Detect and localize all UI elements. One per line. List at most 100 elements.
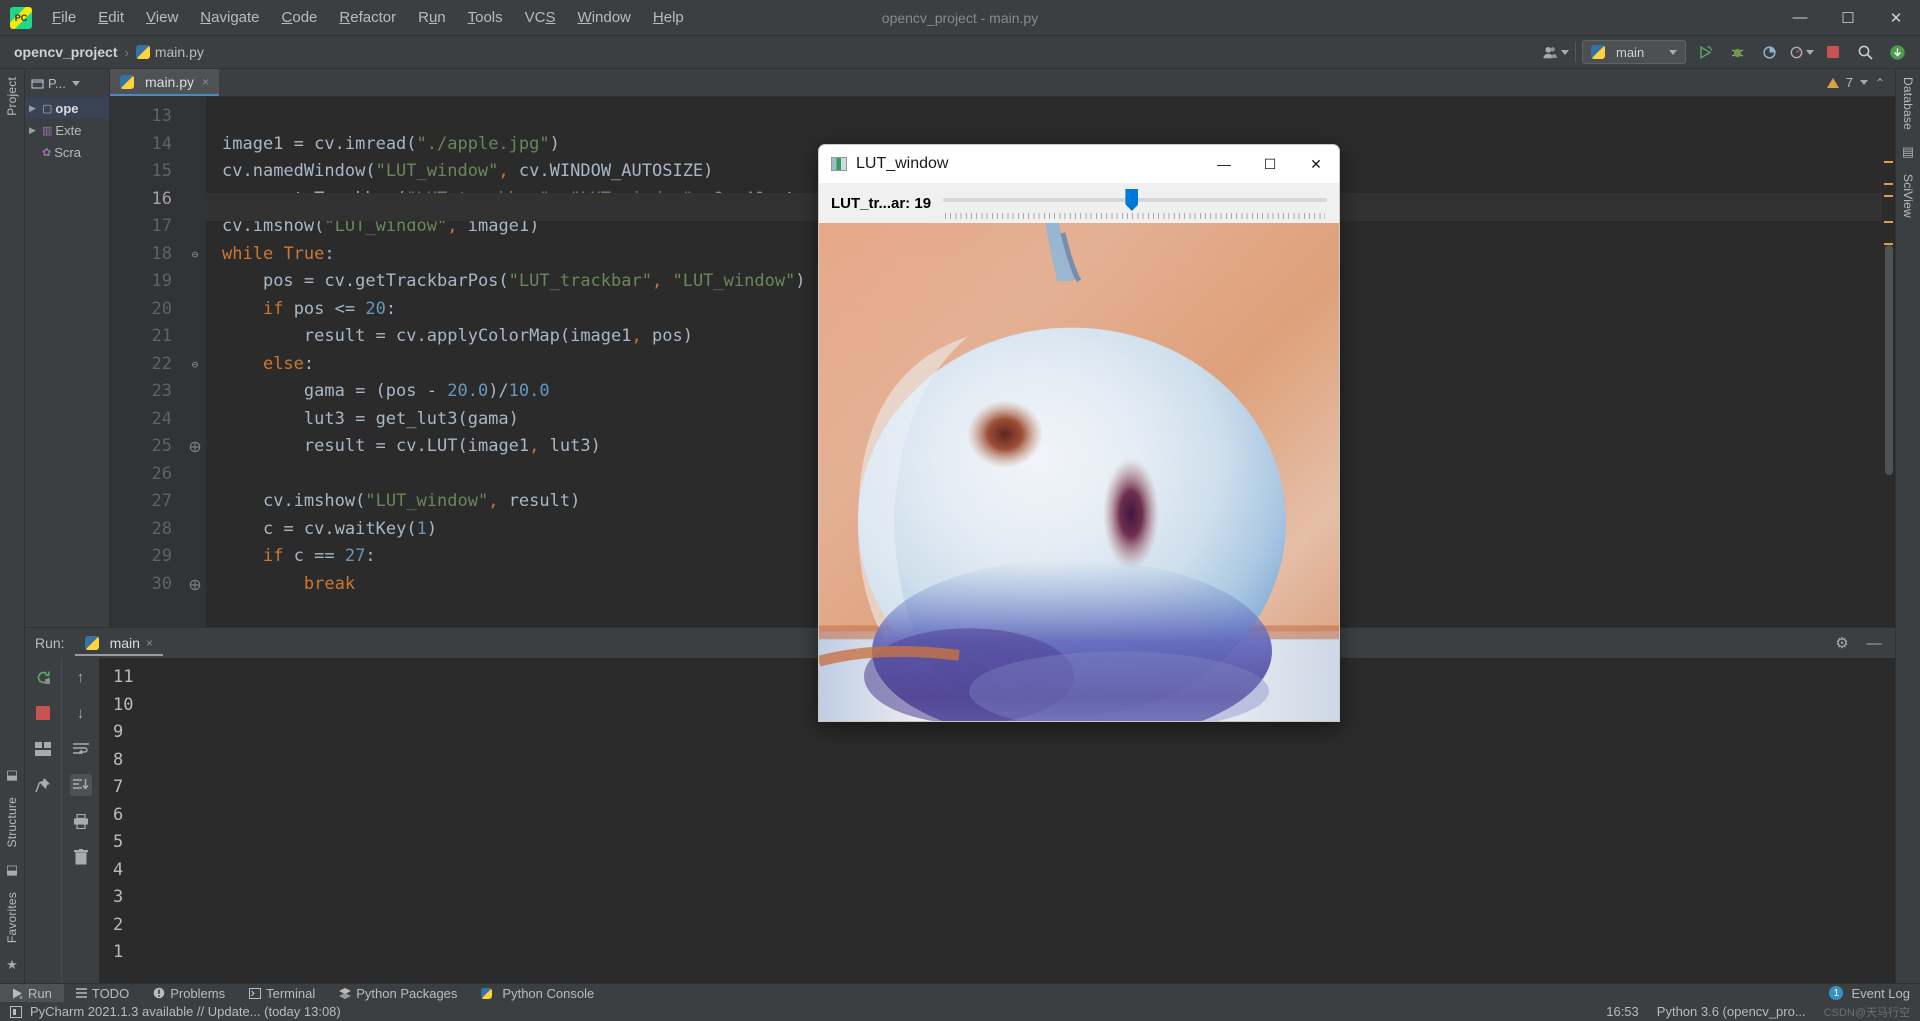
menu-item-navigate[interactable]: Navigate [190, 5, 269, 30]
stop-button[interactable] [1820, 40, 1846, 64]
status-interpreter[interactable]: Python 3.6 (opencv_pro... [1657, 1004, 1806, 1019]
window-controls: — ☐ ✕ [1776, 0, 1920, 35]
status-message[interactable]: PyCharm 2021.1.3 available // Update... … [30, 1004, 341, 1019]
menu-item-code[interactable]: Code [272, 5, 328, 30]
event-log-badge: 1 [1829, 986, 1844, 1000]
account-icon[interactable] [1543, 40, 1569, 64]
breadcrumb-project[interactable]: opencv_project [14, 44, 117, 60]
layout-icon[interactable] [32, 738, 54, 760]
breadcrumb-file[interactable]: main.py [135, 44, 204, 60]
notification-icon[interactable] [10, 1005, 22, 1018]
pin-icon[interactable] [32, 774, 54, 796]
tree-item-opencv-project[interactable]: ▶ ▢ ope [25, 97, 109, 119]
chevron-down-icon [1561, 49, 1569, 55]
run-button[interactable] [1692, 40, 1718, 64]
editor-scrollbar[interactable] [1882, 125, 1895, 627]
sidebar-item-database[interactable]: Database [1901, 69, 1915, 138]
tool-button-python-packages[interactable]: Python Packages [327, 984, 469, 1002]
tree-item-scratches[interactable]: ✿ Scra [25, 141, 109, 163]
line-number: 27 [151, 491, 172, 511]
chevron-right-icon[interactable]: ▶ [29, 103, 39, 114]
arrow-down-icon[interactable]: ↓ [70, 702, 92, 724]
library-icon: ▥ [42, 124, 53, 137]
close-icon[interactable]: × [202, 75, 209, 89]
lut-trackbar-row: LUT_tr...ar: 19 [819, 183, 1339, 223]
line-number: 18 [151, 243, 172, 264]
fold-empty [184, 488, 206, 516]
event-log-label: Event Log [1851, 985, 1910, 1001]
print-icon[interactable] [70, 810, 92, 832]
line-number: 24 [151, 408, 172, 429]
search-icon[interactable] [1852, 40, 1878, 64]
debug-button[interactable] [1724, 40, 1750, 64]
menu-item-help[interactable]: Help [643, 5, 694, 30]
breadcrumb-separator: › [124, 44, 129, 60]
event-log-area[interactable]: 1 Event Log [1829, 986, 1920, 1001]
code-folding-gutter[interactable]: ⊖ ⊖ ⨁ ⨁ [184, 97, 206, 627]
sidebar-item-project[interactable]: Project [5, 69, 19, 124]
tool-button-python-console[interactable]: Python Console [469, 984, 606, 1002]
close-button[interactable]: ✕ [1872, 0, 1920, 35]
editor-tab-strip: main.py × 7 ⌃ [110, 69, 1895, 97]
update-icon[interactable] [1884, 40, 1910, 64]
arrow-up-icon[interactable]: ↑ [70, 666, 92, 688]
menu-item-tools[interactable]: Tools [458, 5, 513, 30]
sidebar-item-structure[interactable]: Structure [5, 789, 19, 856]
tool-button-terminal[interactable]: Terminal [237, 984, 327, 1002]
line-number: 16 [151, 188, 172, 209]
menu-item-run[interactable]: Run [408, 5, 456, 30]
coverage-button[interactable] [1756, 40, 1782, 64]
cv-minimize-button[interactable]: — [1201, 145, 1247, 183]
stop-icon[interactable] [32, 702, 54, 724]
soft-wrap-icon[interactable] [70, 738, 92, 760]
trash-icon[interactable] [70, 846, 92, 868]
maximize-button[interactable]: ☐ [1824, 0, 1872, 35]
inspection-widget[interactable]: 7 ⌃ [1826, 69, 1895, 96]
chevron-down-icon[interactable] [1859, 80, 1868, 85]
menu-item-refactor[interactable]: Refactor [329, 5, 406, 30]
trackbar-thumb[interactable] [1125, 189, 1139, 211]
python-config-icon [1591, 45, 1605, 59]
project-panel-header[interactable]: P... [25, 69, 109, 97]
run-configuration-selector[interactable]: main [1582, 40, 1686, 64]
tree-item-label: ope [55, 100, 79, 116]
opencv-window-icon [831, 157, 847, 171]
play-icon [13, 988, 23, 999]
rerun-icon[interactable] [32, 666, 54, 688]
tool-button-run[interactable]: Run [0, 984, 64, 1002]
code-line[interactable] [206, 103, 1895, 131]
tree-item-external-libraries[interactable]: ▶ ▥ Exte [25, 119, 109, 141]
sidebar-item-sciview[interactable]: SciView [1901, 166, 1915, 226]
tab-main-py[interactable]: main.py × [110, 69, 220, 96]
fold-marker[interactable]: ⨁ [184, 571, 206, 599]
sidebar-item-favorites[interactable]: Favorites [5, 884, 19, 951]
minimize-button[interactable]: — [1776, 0, 1824, 35]
chevron-down-icon [1669, 49, 1677, 55]
menu-item-edit[interactable]: Edit [88, 5, 134, 30]
fold-marker[interactable]: ⊖ [184, 351, 206, 379]
cv-maximize-button[interactable]: ☐ [1247, 145, 1293, 183]
tool-button-todo[interactable]: TODO [64, 984, 141, 1002]
trackbar-label: LUT_tr...ar: 19 [831, 194, 932, 212]
gear-icon[interactable]: ⚙ [1831, 632, 1853, 654]
trackbar-slider[interactable] [943, 186, 1327, 220]
menu-item-window[interactable]: Window [568, 5, 641, 30]
profile-button[interactable] [1788, 40, 1814, 64]
menu-item-view[interactable]: View [136, 5, 188, 30]
chevron-right-icon[interactable]: ▶ [29, 125, 39, 136]
fold-marker[interactable]: ⨁ [184, 433, 206, 461]
console-line: 9 [113, 722, 124, 742]
menu-item-vcs[interactable]: VCS [515, 5, 566, 30]
line-number: 13 [151, 106, 172, 126]
chevron-up-icon[interactable]: ⌃ [1875, 76, 1885, 90]
cv-window-controls: — ☐ ✕ [1201, 145, 1339, 183]
scroll-to-end-icon[interactable] [69, 774, 92, 796]
close-icon[interactable]: × [146, 636, 153, 650]
hide-panel-icon[interactable]: — [1863, 632, 1885, 654]
fold-marker[interactable]: ⊖ [184, 241, 206, 269]
menu-item-file[interactable]: File [42, 5, 86, 30]
cv-close-button[interactable]: ✕ [1293, 145, 1339, 183]
tool-button-problems[interactable]: Problems [141, 984, 237, 1002]
opencv-lut-window[interactable]: LUT_window — ☐ ✕ LUT_tr...ar: 19 [818, 144, 1340, 722]
run-tab-main[interactable]: main × [74, 631, 163, 656]
